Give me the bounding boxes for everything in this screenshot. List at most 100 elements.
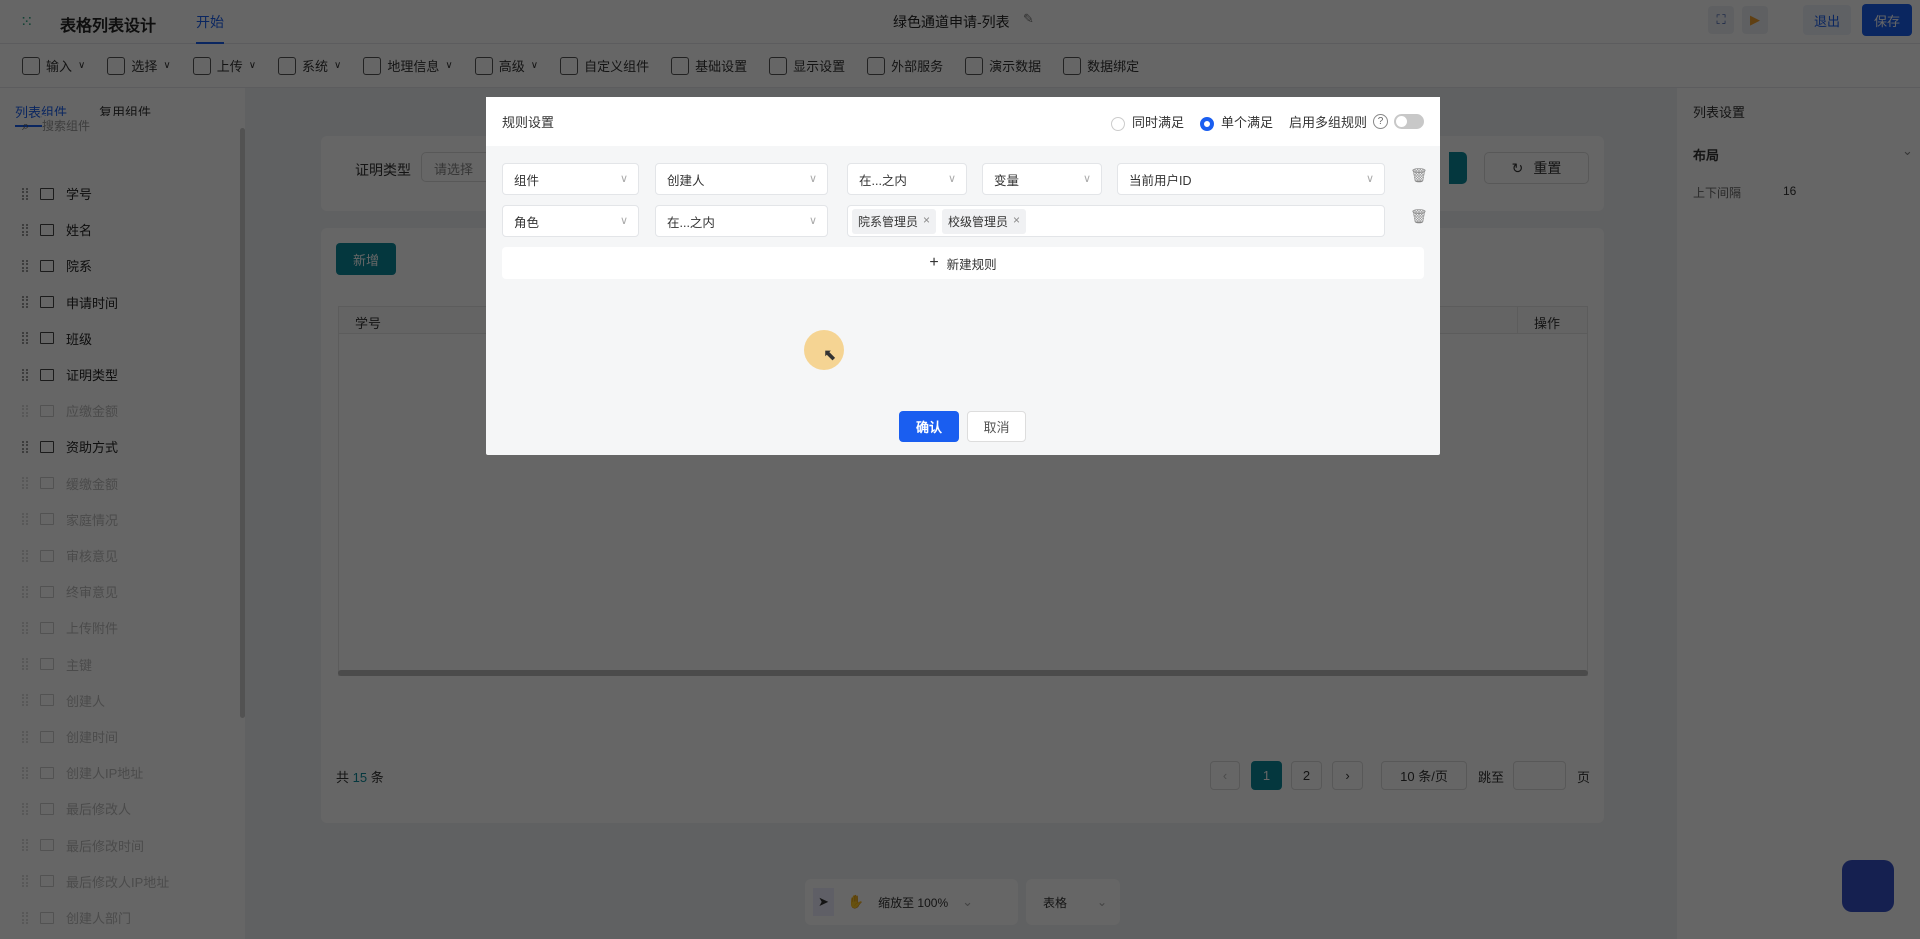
toolbar-item[interactable]: 上传 ∨ bbox=[192, 56, 256, 75]
component-item[interactable]: 创建时间 bbox=[22, 727, 118, 746]
component-item[interactable]: 上传附件 bbox=[22, 618, 118, 637]
delete-rule2-icon[interactable]: 🗑 bbox=[1410, 208, 1428, 225]
rule2-operator-select[interactable]: 在...之内 ∨ bbox=[655, 205, 828, 237]
apps-grid-icon[interactable]: ⁙ bbox=[20, 12, 33, 32]
add-button[interactable]: 新增 bbox=[336, 243, 396, 275]
component-item[interactable]: 申请时间 bbox=[22, 293, 118, 312]
reset-button[interactable]: ↻ 重置 bbox=[1484, 152, 1589, 184]
component-item[interactable]: 最后修改人 bbox=[22, 799, 131, 818]
component-item[interactable]: 班级 bbox=[22, 329, 92, 348]
drag-handle-icon[interactable] bbox=[22, 585, 28, 598]
radio-single[interactable]: 单个满足 bbox=[1199, 112, 1273, 131]
drag-handle-icon[interactable] bbox=[22, 513, 28, 526]
exit-button[interactable]: 退出 bbox=[1803, 5, 1851, 35]
drag-handle-icon[interactable] bbox=[22, 730, 28, 743]
page-1[interactable]: 1 bbox=[1251, 761, 1282, 790]
tab-start[interactable]: 开始 bbox=[196, 12, 224, 44]
assistant-button[interactable] bbox=[1842, 860, 1894, 912]
drag-handle-icon[interactable] bbox=[22, 875, 28, 888]
drag-handle-icon[interactable] bbox=[22, 621, 28, 634]
toolbar-item[interactable]: 数据绑定 bbox=[1063, 56, 1139, 75]
toolbar-item[interactable]: 显示设置 bbox=[769, 56, 845, 75]
drag-handle-icon[interactable] bbox=[22, 694, 28, 707]
drag-handle-icon[interactable] bbox=[22, 187, 28, 200]
rule2-field-type-select[interactable]: 角色 ∨ bbox=[502, 205, 639, 237]
rule1-value-select[interactable]: 当前用户ID ∨ bbox=[1117, 163, 1385, 195]
prev-page-button[interactable]: ‹ bbox=[1210, 761, 1240, 790]
toolbar-item[interactable]: 选择 ∨ bbox=[107, 56, 171, 75]
toolbar-item[interactable]: 基础设置 bbox=[671, 56, 747, 75]
jump-input[interactable] bbox=[1513, 761, 1566, 790]
drag-handle-icon[interactable] bbox=[22, 839, 28, 852]
drag-handle-icon[interactable] bbox=[22, 368, 28, 381]
drag-handle-icon[interactable] bbox=[22, 802, 28, 815]
hand-icon[interactable]: ✋ bbox=[848, 894, 864, 910]
scrollbar[interactable] bbox=[240, 128, 245, 718]
component-item[interactable]: 学号 bbox=[22, 184, 92, 203]
component-item[interactable]: 院系 bbox=[22, 256, 92, 275]
remove-tag-icon[interactable]: × bbox=[1013, 213, 1020, 230]
save-button[interactable]: 保存 bbox=[1862, 4, 1912, 36]
rule2-value-multiselect[interactable]: 院系管理员 × 校级管理员 × bbox=[847, 205, 1385, 237]
page-size-select[interactable]: 10 条/页 bbox=[1381, 761, 1467, 790]
drag-handle-icon[interactable] bbox=[22, 549, 28, 562]
play-icon[interactable]: ▶ bbox=[1742, 6, 1768, 34]
add-rule-button[interactable]: + 新建规则 bbox=[502, 247, 1424, 279]
drag-handle-icon[interactable] bbox=[22, 766, 28, 779]
toolbar-item[interactable]: 外部服务 bbox=[867, 56, 943, 75]
toolbar-item[interactable]: 地理信息 ∨ bbox=[363, 56, 453, 75]
remove-tag-icon[interactable]: × bbox=[923, 213, 930, 230]
component-item[interactable]: 创建人IP地址 bbox=[22, 763, 143, 782]
component-item[interactable]: 审核意见 bbox=[22, 546, 118, 565]
component-item[interactable]: 最后修改人IP地址 bbox=[22, 872, 169, 891]
component-item[interactable]: 最后修改时间 bbox=[22, 836, 144, 855]
delete-rule1-icon[interactable]: 🗑 bbox=[1410, 167, 1428, 184]
cancel-button[interactable]: 取消 bbox=[967, 411, 1026, 442]
drag-handle-icon[interactable] bbox=[22, 404, 28, 417]
help-icon[interactable]: ? bbox=[1373, 114, 1388, 129]
drag-handle-icon[interactable] bbox=[22, 440, 28, 453]
radio-all[interactable]: 同时满足 bbox=[1110, 112, 1184, 131]
component-item[interactable]: 资助方式 bbox=[22, 437, 118, 456]
component-item[interactable]: 终审意见 bbox=[22, 582, 118, 601]
component-item[interactable]: 主键 bbox=[22, 655, 92, 674]
drag-handle-icon[interactable] bbox=[22, 332, 28, 345]
toolbar-item[interactable]: 演示数据 bbox=[965, 56, 1041, 75]
toolbar-item[interactable]: 高级 ∨ bbox=[474, 56, 538, 75]
component-item[interactable]: 应缴金额 bbox=[22, 401, 118, 420]
preview-icon[interactable]: ⛶ bbox=[1708, 6, 1734, 34]
component-item[interactable]: 创建人部门 bbox=[22, 908, 131, 927]
chevron-down-icon[interactable]: ⌄ bbox=[1902, 143, 1913, 159]
component-item[interactable]: 证明类型 bbox=[22, 365, 118, 384]
component-item[interactable]: 姓名 bbox=[22, 220, 92, 239]
toolbar-item[interactable]: 系统 ∨ bbox=[278, 56, 341, 75]
component-item[interactable]: 家庭情况 bbox=[22, 510, 118, 529]
horizontal-scrollbar[interactable] bbox=[338, 670, 1588, 676]
toolbar-item[interactable]: 输入 ∨ bbox=[22, 56, 85, 75]
rule1-field-select[interactable]: 创建人 ∨ bbox=[655, 163, 828, 195]
toolbar-item[interactable]: 自定义组件 bbox=[560, 56, 649, 75]
rule1-operator-select[interactable]: 在...之内 ∨ bbox=[847, 163, 967, 195]
edit-icon[interactable]: ✎ bbox=[1023, 11, 1034, 27]
confirm-button[interactable]: 确认 bbox=[899, 411, 959, 442]
drag-handle-icon[interactable] bbox=[22, 477, 28, 490]
drag-handle-icon[interactable] bbox=[22, 911, 28, 924]
section-layout[interactable]: 布局 bbox=[1693, 145, 1719, 164]
multi-rule-toggle[interactable] bbox=[1394, 114, 1424, 129]
drag-handle-icon[interactable] bbox=[22, 658, 28, 671]
zoom-select[interactable]: 缩放至 100% bbox=[878, 894, 948, 911]
view-select[interactable]: 表格 ⌄ bbox=[1026, 879, 1120, 925]
pointer-icon[interactable]: ➤ bbox=[813, 888, 834, 916]
drag-handle-icon[interactable] bbox=[22, 259, 28, 272]
component-item[interactable]: 缓缴金额 bbox=[22, 474, 118, 493]
rule1-value-type-select[interactable]: 变量 ∨ bbox=[982, 163, 1102, 195]
component-search-input[interactable] bbox=[42, 116, 222, 136]
drag-handle-icon[interactable] bbox=[22, 223, 28, 236]
search-button[interactable] bbox=[1449, 152, 1467, 184]
rule1-field-type-select[interactable]: 组件 ∨ bbox=[502, 163, 639, 195]
spacing-input[interactable]: 16 bbox=[1783, 184, 1796, 198]
drag-handle-icon[interactable] bbox=[22, 296, 28, 309]
component-item[interactable]: 创建人 bbox=[22, 691, 105, 710]
page-2[interactable]: 2 bbox=[1291, 761, 1322, 790]
next-page-button[interactable]: › bbox=[1332, 761, 1363, 790]
